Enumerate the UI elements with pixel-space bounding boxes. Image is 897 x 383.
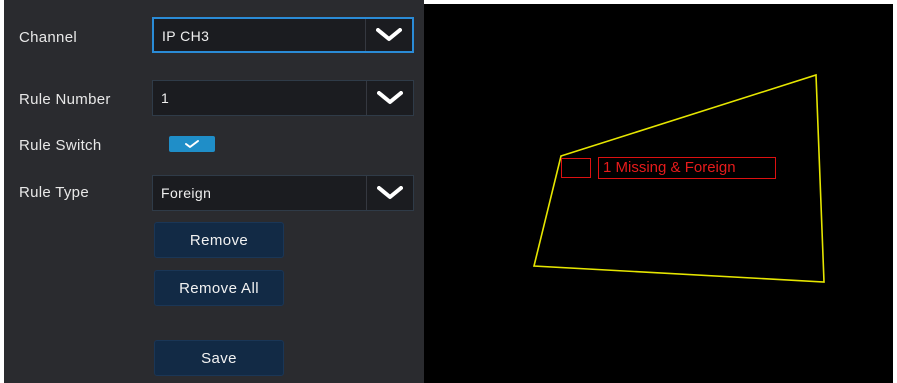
rule-type-label: Rule Type	[19, 184, 89, 201]
rule-switch-label: Rule Switch	[19, 137, 102, 154]
rule-number-dropdown-button[interactable]	[366, 81, 413, 115]
check-icon	[185, 140, 199, 148]
channel-dropdown-button[interactable]	[365, 19, 412, 51]
rule-number-value: 1	[161, 90, 170, 106]
rule-number-label: Rule Number	[19, 91, 111, 108]
chevron-down-icon	[376, 28, 402, 41]
settings-panel: Channel IP CH3 Rule Number 1 Rule Switch…	[4, 0, 424, 383]
channel-select[interactable]: IP CH3	[152, 17, 414, 53]
chevron-down-icon	[377, 186, 403, 199]
remove-all-button[interactable]: Remove All	[154, 270, 284, 306]
save-button[interactable]: Save	[154, 340, 284, 376]
rule-number-select[interactable]: 1	[152, 80, 414, 116]
detection-region[interactable]	[424, 4, 893, 383]
rule-switch-toggle[interactable]	[169, 136, 215, 152]
rule-type-select[interactable]: Foreign	[152, 175, 414, 211]
chevron-down-icon	[377, 91, 403, 104]
channel-label: Channel	[19, 29, 77, 46]
rule-type-dropdown-button[interactable]	[366, 176, 413, 210]
channel-value: IP CH3	[162, 28, 210, 44]
rule-type-value: Foreign	[161, 185, 212, 201]
remove-button[interactable]: Remove	[154, 222, 284, 258]
region-anchor-box	[561, 158, 591, 178]
region-label: 1 Missing & Foreign	[598, 157, 776, 179]
